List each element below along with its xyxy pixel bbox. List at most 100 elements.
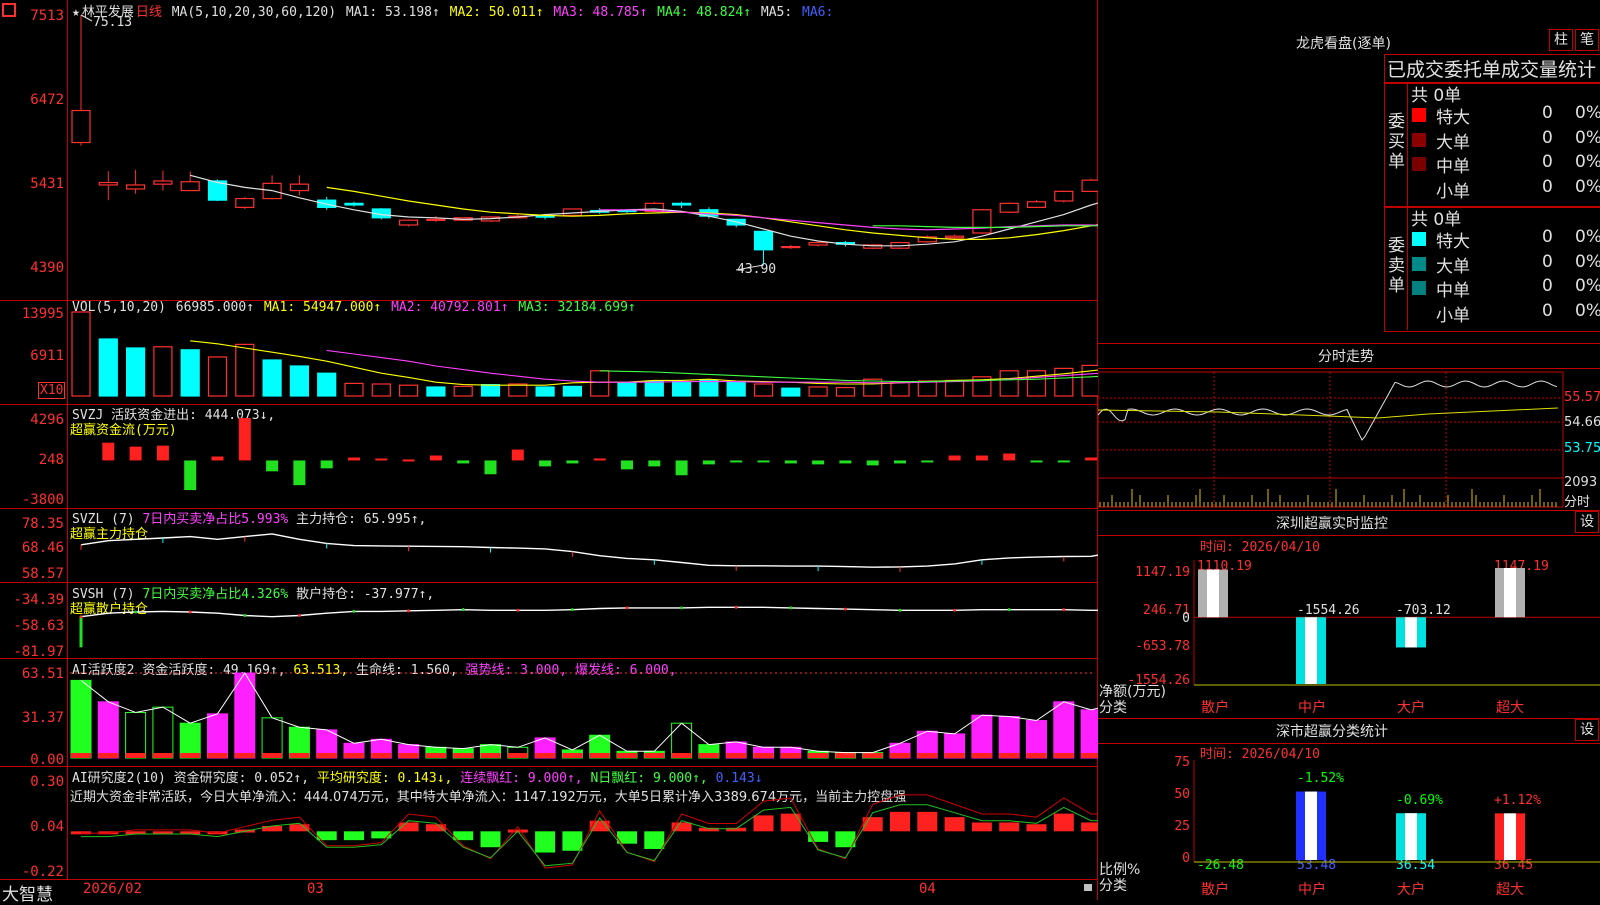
activity-bar bbox=[971, 714, 993, 759]
research-bar bbox=[753, 815, 774, 832]
fund-flow-bar bbox=[866, 460, 879, 466]
fund-flow-bar bbox=[129, 446, 142, 461]
volume-bar bbox=[289, 365, 309, 397]
volume-bar bbox=[207, 356, 228, 397]
retail-dot bbox=[188, 610, 192, 614]
activity-base-bar bbox=[371, 753, 392, 758]
candle-body bbox=[781, 245, 801, 249]
retail-dot bbox=[570, 608, 574, 612]
retail-dot bbox=[898, 608, 902, 612]
research-bar bbox=[535, 831, 556, 853]
activity-bar bbox=[179, 722, 201, 759]
research-bar bbox=[780, 813, 801, 832]
research-bar bbox=[1026, 824, 1047, 832]
fund-flow-bar bbox=[702, 460, 715, 465]
retail-hold-line bbox=[80, 606, 1098, 618]
research-bar bbox=[425, 824, 446, 832]
activity-base-bar bbox=[999, 753, 1020, 758]
research-line-red bbox=[81, 794, 1098, 869]
activity-base-bar bbox=[753, 753, 774, 758]
volume-bar bbox=[453, 385, 473, 397]
volume-bar bbox=[371, 383, 391, 397]
activity-base-bar bbox=[1026, 753, 1047, 758]
classify-bar-highlight bbox=[1305, 791, 1317, 860]
research-bar bbox=[1053, 813, 1074, 832]
activity-base-bar bbox=[262, 753, 283, 758]
retail-dot bbox=[243, 614, 247, 618]
fund-flow-bar bbox=[293, 460, 306, 486]
activity-base-bar bbox=[234, 753, 255, 758]
retail-dot bbox=[1062, 608, 1066, 612]
activity-base-bar bbox=[152, 753, 173, 758]
volume-bar bbox=[344, 382, 364, 397]
activity-base-bar bbox=[835, 753, 856, 758]
candle-body bbox=[344, 202, 364, 206]
retail-dot bbox=[407, 609, 411, 613]
activity-bar bbox=[70, 679, 92, 759]
activity-base-bar bbox=[562, 753, 583, 758]
activity-base-bar bbox=[507, 753, 528, 758]
retail-dot bbox=[352, 609, 356, 613]
high-note-pointer bbox=[80, 14, 93, 22]
candle-body bbox=[125, 184, 146, 190]
fund-flow-bar bbox=[375, 458, 388, 461]
research-bar bbox=[917, 811, 938, 832]
volume-bar bbox=[781, 387, 801, 397]
candle-body bbox=[753, 230, 774, 251]
low-note-pointer bbox=[735, 264, 764, 271]
activity-bar bbox=[1026, 720, 1047, 759]
fund-flow-bar bbox=[648, 460, 661, 467]
volume-bar bbox=[726, 381, 746, 397]
activity-base-bar bbox=[425, 753, 446, 758]
research-bar bbox=[262, 826, 283, 832]
activity-base-bar bbox=[617, 753, 637, 758]
research-bar bbox=[944, 817, 965, 832]
activity-base-bar bbox=[316, 753, 337, 758]
activity-base-bar bbox=[71, 753, 91, 758]
fund-flow-bar bbox=[539, 460, 552, 467]
research-line-green bbox=[81, 804, 1098, 867]
activity-base-bar bbox=[644, 753, 665, 758]
volume-bar bbox=[835, 386, 856, 397]
fund-flow-bar bbox=[1003, 453, 1016, 461]
activity-base-bar bbox=[535, 753, 556, 758]
research-bar bbox=[644, 831, 665, 849]
volume-bar bbox=[917, 380, 937, 397]
activity-bar bbox=[998, 716, 1020, 759]
right-charts bbox=[1098, 371, 1600, 863]
candle-body bbox=[999, 202, 1019, 213]
research-bar bbox=[289, 824, 310, 832]
volume-bar bbox=[671, 380, 692, 397]
activity-base-bar bbox=[453, 753, 474, 758]
candle-body bbox=[235, 197, 255, 208]
research-bar bbox=[890, 811, 910, 832]
candle-body bbox=[1081, 179, 1098, 192]
right-panel: 龙虎看盘(逐单) 柱 笔 已成交委托单成交量统计 委买单 委卖单 共 0单 共 … bbox=[1098, 0, 1600, 900]
candle-body bbox=[153, 180, 173, 185]
monitor-bar-highlight bbox=[1504, 568, 1516, 618]
volume-bar bbox=[617, 382, 637, 397]
volume-bar bbox=[808, 386, 828, 397]
retail-dot bbox=[461, 608, 465, 612]
volume-bar bbox=[262, 359, 282, 397]
fund-flow-bar bbox=[484, 460, 497, 475]
fund-flow-bar bbox=[102, 442, 115, 461]
research-bar bbox=[480, 831, 501, 848]
volume-bar bbox=[535, 386, 555, 397]
main-hold-line bbox=[80, 533, 1098, 568]
candle-body bbox=[944, 235, 965, 239]
fund-flow-bar bbox=[266, 460, 279, 472]
fund-flow-bar bbox=[839, 460, 852, 464]
fund-flow-bar bbox=[1085, 457, 1098, 461]
research-bar bbox=[562, 831, 583, 851]
volume-bar bbox=[590, 370, 610, 397]
activity-bar bbox=[261, 717, 283, 759]
fund-flow-bar bbox=[1030, 460, 1043, 463]
retail-dot bbox=[680, 606, 684, 610]
activity-base-bar bbox=[98, 753, 119, 758]
candle-body bbox=[180, 181, 200, 192]
monitor-bar-highlight bbox=[1305, 617, 1317, 684]
activity-base-bar bbox=[480, 753, 501, 758]
intraday-avg-line bbox=[1098, 407, 1559, 419]
volume-bar bbox=[890, 381, 910, 397]
